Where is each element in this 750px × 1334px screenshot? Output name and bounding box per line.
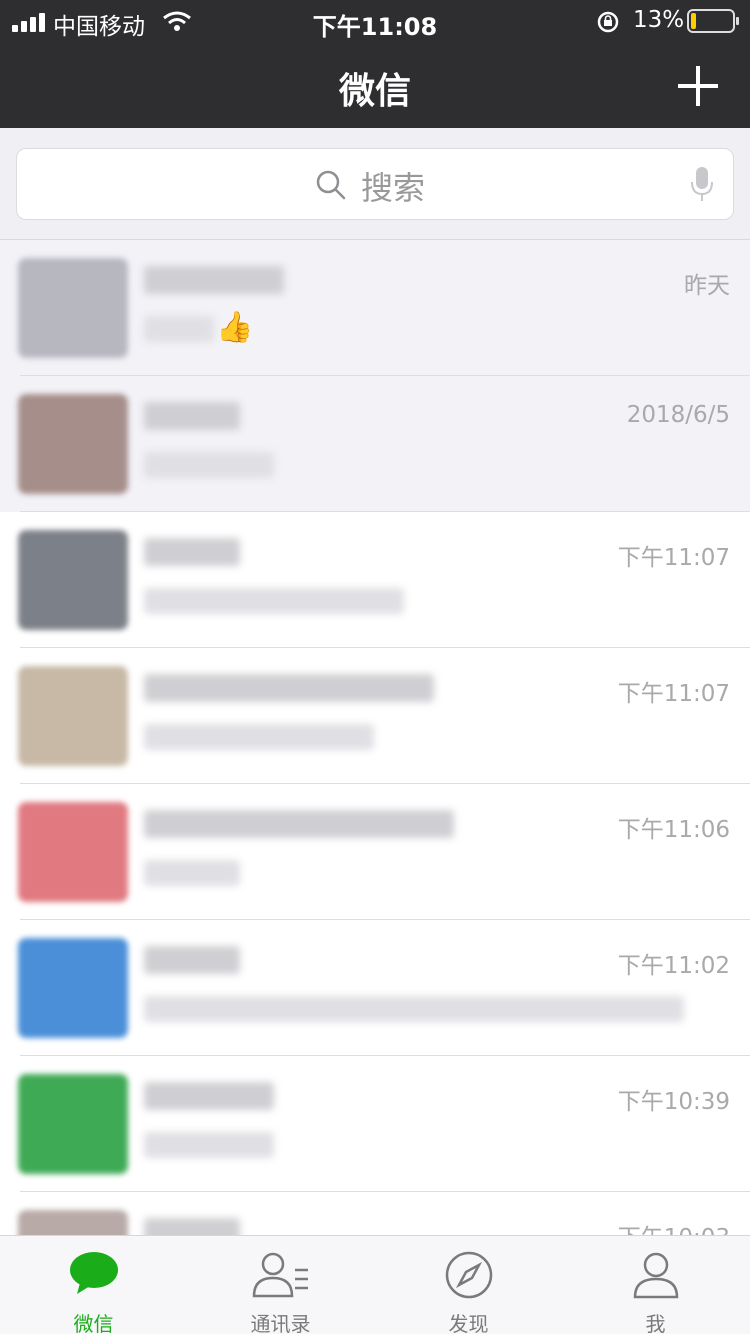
page-title: 微信	[338, 71, 411, 112]
add-icon[interactable]	[678, 66, 718, 106]
tab-label: 微信	[73, 1312, 114, 1334]
chat-preview-redacted	[144, 724, 374, 750]
nav-bar: 微信	[0, 42, 750, 128]
chat-list: 👍 昨天 2018/6/5 下午11:07 下午11:07 下午11:06 下午11:02 下…	[0, 240, 750, 1235]
avatar	[18, 802, 128, 902]
tab-label: 发现	[448, 1312, 489, 1334]
chat-row[interactable]: 下午11:07	[0, 648, 750, 784]
chat-time: 下午11:06	[617, 817, 730, 843]
chat-preview-redacted	[144, 452, 274, 478]
chat-time: 下午11:02	[617, 953, 730, 979]
tab-contacts[interactable]: 通讯录	[187, 1236, 374, 1334]
chat-preview-redacted	[144, 1132, 274, 1158]
chat-row[interactable]: 下午10:03	[0, 1192, 750, 1235]
chat-preview-redacted	[144, 588, 404, 614]
chat-time: 下午10:03	[618, 1218, 730, 1235]
chat-preview-redacted	[144, 996, 684, 1022]
compass-icon	[444, 1250, 494, 1304]
chat-preview-redacted	[144, 316, 214, 342]
chat-time: 下午11:07	[617, 681, 730, 707]
search-placeholder: 搜索	[361, 169, 426, 207]
battery-icon	[687, 9, 739, 33]
chat-name-redacted	[144, 674, 434, 702]
search-area: 搜索	[0, 128, 750, 240]
avatar	[18, 394, 128, 494]
tab-me[interactable]: 我	[562, 1236, 749, 1334]
search-input[interactable]: 搜索	[16, 148, 734, 220]
chat-time: 昨天	[684, 273, 730, 299]
chat-name-redacted	[144, 810, 454, 838]
tab-bar: 微信 通讯录 发现 我	[0, 1235, 750, 1334]
chat-time: 2018/6/5	[626, 402, 730, 428]
chat-bubble-icon	[68, 1250, 120, 1300]
rotation-lock-icon	[596, 10, 620, 38]
tab-label: 通讯录	[250, 1312, 311, 1334]
avatar	[18, 1210, 128, 1235]
person-icon	[631, 1250, 681, 1304]
avatar	[18, 258, 128, 358]
chat-preview-redacted	[144, 860, 240, 886]
chat-name-redacted	[144, 538, 240, 566]
chat-name-redacted	[144, 266, 284, 294]
chat-name-redacted	[144, 402, 240, 430]
chat-row[interactable]: 👍 昨天	[0, 240, 750, 376]
avatar	[18, 666, 128, 766]
battery-level	[691, 13, 696, 29]
microphone-icon[interactable]	[689, 166, 715, 206]
contacts-icon	[251, 1250, 311, 1304]
thumbs-up-emoji: 👍	[216, 310, 254, 345]
status-bar: 中国移动 下午11:08 13%	[0, 0, 750, 42]
avatar	[18, 1074, 128, 1174]
chat-name-redacted	[144, 1082, 274, 1110]
chat-row[interactable]: 下午10:39	[0, 1056, 750, 1192]
chat-name-redacted	[144, 1218, 240, 1235]
chat-row[interactable]: 下午11:07	[0, 512, 750, 648]
avatar	[18, 530, 128, 630]
battery-percent: 13%	[633, 7, 685, 33]
tab-discover[interactable]: 发现	[375, 1236, 562, 1334]
chat-row[interactable]: 下午11:02	[0, 920, 750, 1056]
avatar	[18, 938, 128, 1038]
chat-row[interactable]: 2018/6/5	[0, 376, 750, 512]
tab-chats[interactable]: 微信	[0, 1236, 187, 1334]
search-icon	[315, 169, 347, 205]
chat-name-redacted	[144, 946, 240, 974]
chat-time: 下午10:39	[617, 1089, 730, 1115]
chat-row[interactable]: 下午11:06	[0, 784, 750, 920]
chat-time: 下午11:07	[617, 545, 730, 571]
tab-label: 我	[645, 1312, 666, 1334]
